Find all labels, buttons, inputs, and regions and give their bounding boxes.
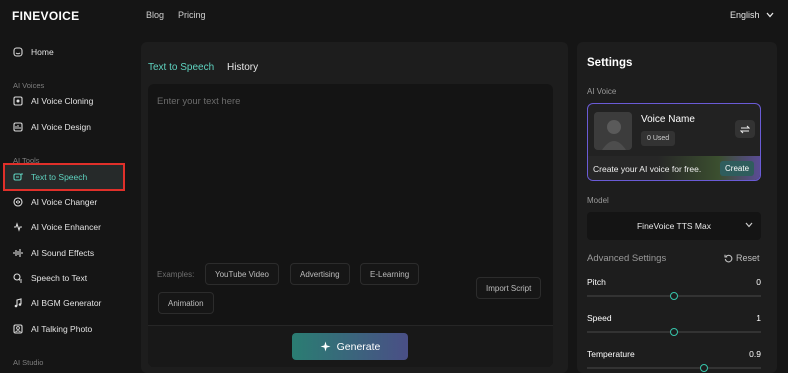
home-icon	[13, 47, 23, 57]
generate-label: Generate	[336, 340, 381, 353]
temperature-slider[interactable]	[587, 364, 761, 372]
create-voice-prompt: Create your AI voice for free.	[593, 164, 702, 174]
swap-voice-button[interactable]	[735, 120, 755, 138]
pitch-value: 0	[756, 277, 761, 287]
sidebar-item-ai-talking-photo[interactable]: AI Talking Photo	[5, 317, 123, 341]
section-label-ai-studio: AI Studio	[13, 358, 44, 367]
used-count-badge: 0 Used	[641, 131, 676, 146]
sidebar-item-home[interactable]: Home	[5, 40, 123, 64]
sidebar-item-ai-voice-changer[interactable]: AI Voice Changer	[5, 190, 123, 214]
settings-panel: Settings AI Voice Voice Name 0 Used Crea…	[577, 42, 777, 373]
generate-bar: Generate	[148, 325, 553, 367]
example-chip-youtube-video[interactable]: YouTube Video	[205, 263, 279, 285]
settings-title: Settings	[587, 57, 633, 69]
language-selector[interactable]: English	[730, 10, 774, 20]
reset-button[interactable]: Reset	[724, 253, 760, 263]
create-button[interactable]: Create	[720, 161, 755, 176]
model-select[interactable]: FineVoice TTS Max	[587, 212, 761, 240]
example-chip-advertising[interactable]: Advertising	[290, 263, 350, 285]
sidebar-item-ai-voice-enhancer[interactable]: AI Voice Enhancer	[5, 215, 123, 239]
chevron-down-icon	[745, 222, 753, 228]
sidebar-item-label: AI Voice Enhancer	[31, 222, 101, 232]
temperature-value: 0.9	[749, 349, 761, 359]
swap-icon	[740, 125, 750, 133]
sidebar-item-text-to-speech[interactable]: Text to Speech	[3, 163, 125, 191]
main-panel: Text to Speech History Enter your text h…	[141, 42, 568, 373]
voice-name: Voice Name	[641, 114, 695, 125]
voice-design-icon	[13, 122, 23, 132]
pitch-slider[interactable]	[587, 292, 761, 300]
speech-to-text-icon	[13, 273, 23, 283]
reset-label: Reset	[736, 253, 760, 263]
examples-label: Examples:	[157, 270, 195, 279]
language-label: English	[730, 10, 760, 20]
voice-card[interactable]: Voice Name 0 Used Create your AI voice f…	[587, 103, 761, 181]
speed-value: 1	[756, 313, 761, 323]
example-chip-animation[interactable]: Animation	[158, 292, 214, 314]
speed-slider[interactable]	[587, 328, 761, 336]
sidebar-item-label: Speech to Text	[31, 273, 88, 283]
chevron-down-icon	[766, 12, 774, 18]
pitch-slider-thumb[interactable]	[670, 292, 678, 300]
reset-icon	[724, 254, 733, 262]
text-to-speech-icon	[13, 172, 23, 182]
voice-avatar	[594, 112, 632, 150]
sidebar-item-label: AI BGM Generator	[31, 298, 102, 308]
sidebar-item-ai-voice-design[interactable]: AI Voice Design	[5, 115, 123, 139]
voice-cloning-icon	[13, 96, 23, 106]
voice-enhancer-icon	[13, 222, 23, 232]
sound-effects-icon	[13, 248, 23, 258]
sidebar-item-speech-to-text[interactable]: Speech to Text	[5, 266, 123, 290]
tab-text-to-speech[interactable]: Text to Speech	[148, 62, 214, 73]
sidebar-item-ai-voice-cloning[interactable]: AI Voice Cloning	[5, 89, 123, 113]
advanced-settings-title: Advanced Settings	[587, 253, 667, 264]
talking-photo-icon	[13, 324, 23, 334]
sparkle-icon	[320, 341, 331, 352]
generate-button[interactable]: Generate	[292, 333, 408, 360]
nav-blog[interactable]: Blog	[146, 10, 164, 20]
sidebar: Home AI Voices AI Voice Cloning AI Voice…	[0, 36, 138, 373]
sidebar-item-label: Text to Speech	[31, 172, 88, 182]
editor-placeholder: Enter your text here	[157, 96, 241, 107]
voice-changer-icon	[13, 197, 23, 207]
temperature-label: Temperature	[587, 349, 635, 359]
sidebar-item-ai-sound-effects[interactable]: AI Sound Effects	[5, 241, 123, 265]
tab-history[interactable]: History	[227, 62, 258, 73]
sidebar-item-ai-bgm-generator[interactable]: AI BGM Generator	[5, 291, 123, 315]
temperature-slider-thumb[interactable]	[699, 364, 708, 372]
ai-voice-label: AI Voice	[587, 87, 617, 96]
sidebar-item-label: AI Sound Effects	[31, 248, 95, 258]
speed-label: Speed	[587, 313, 612, 323]
music-note-icon	[13, 298, 23, 308]
example-chip-e-learning[interactable]: E-Learning	[360, 263, 420, 285]
section-label-ai-tools: AI Tools	[13, 156, 40, 165]
speed-slider-thumb[interactable]	[670, 328, 678, 336]
model-label: Model	[587, 196, 609, 205]
sidebar-item-label: Home	[31, 47, 54, 57]
top-bar: FINEVOICE Blog Pricing English	[0, 0, 788, 32]
import-script-button[interactable]: Import Script	[476, 277, 542, 299]
model-value: FineVoice TTS Max	[636, 221, 711, 231]
pitch-label: Pitch	[587, 277, 606, 287]
text-editor[interactable]: Enter your text here Examples: YouTube V…	[148, 84, 553, 367]
logo[interactable]: FINEVOICE	[12, 9, 79, 23]
sidebar-item-label: AI Voice Changer	[31, 197, 98, 207]
sidebar-item-label: AI Voice Design	[31, 122, 92, 132]
sidebar-item-label: AI Talking Photo	[31, 324, 93, 334]
nav-pricing[interactable]: Pricing	[178, 10, 206, 20]
create-voice-banner: Create your AI voice for free. Create	[588, 156, 760, 180]
sidebar-item-label: AI Voice Cloning	[31, 96, 94, 106]
